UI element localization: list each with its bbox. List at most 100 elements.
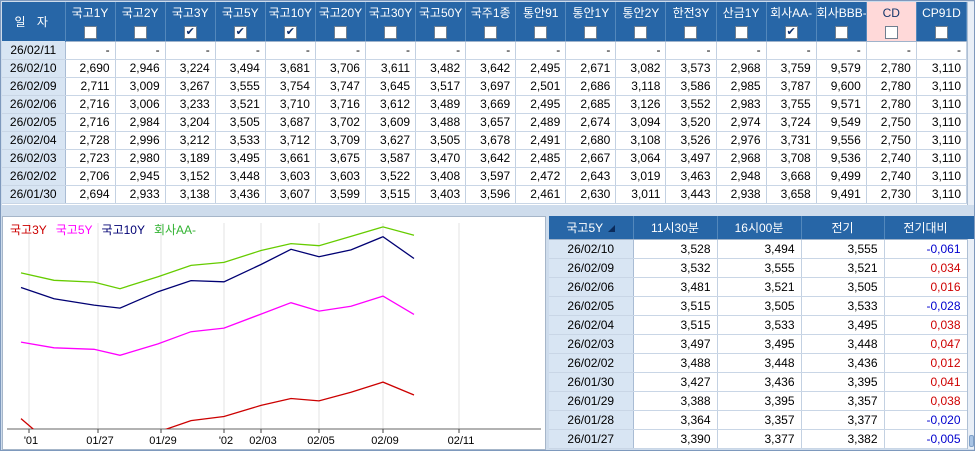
value-cell: 3,597	[465, 167, 517, 186]
table-row[interactable]: 26/02/04 3,515 3,533 3,495 0,038	[549, 315, 967, 335]
sort-icon	[608, 224, 616, 232]
table-row[interactable]: 26/02/09 3,532 3,555 3,521 0,034	[549, 258, 967, 278]
detail-scrollbar[interactable]	[967, 239, 974, 449]
column-header[interactable]: 산금1Y	[716, 2, 767, 23]
column-header[interactable]: 통안91	[515, 2, 567, 23]
detail-column-header[interactable]: 전기	[801, 216, 885, 240]
table-row[interactable]: 26/02/06 3,481 3,521 3,505 0,016	[549, 277, 967, 297]
value-cell: 3,110	[916, 131, 967, 150]
column-header[interactable]: 국고30Y	[365, 2, 417, 23]
table-row[interactable]: 26/02/10 3,528 3,494 3,555 -0,061	[549, 239, 967, 259]
table-row[interactable]: 26/01/30 3,427 3,436 3,395 0,041	[549, 372, 967, 392]
column-header[interactable]: 통안1Y	[565, 2, 617, 23]
value-cell: 3,138	[165, 185, 216, 204]
column-checkbox-checked[interactable]: ✔	[183, 25, 197, 39]
column-checkbox[interactable]	[534, 25, 548, 39]
column-checkbox[interactable]	[133, 25, 147, 39]
column-checkbox[interactable]	[484, 25, 498, 39]
detail-column-label: 16시00분	[734, 220, 784, 235]
detail-column-header[interactable]: 16시00분	[717, 216, 802, 240]
value-cell: -	[365, 41, 417, 60]
value-cell: 3,603	[265, 167, 316, 186]
value-cell: 3,657	[465, 113, 517, 132]
column-checkbox-checked[interactable]: ✔	[283, 25, 297, 39]
table-row[interactable]: 26/02/02 3,488 3,448 3,436 0,012	[549, 353, 967, 373]
column-checkbox[interactable]	[83, 25, 97, 39]
detail-column-header[interactable]: 국고5Y	[549, 216, 634, 240]
table-row[interactable]: 26/02/05 3,515 3,505 3,533 -0,028	[549, 296, 967, 316]
value-cell: 2,983	[716, 95, 767, 114]
table-row[interactable]: 26/02/03 2,723 2,980 3,189 3,495 3,661 3,675 3,…	[2, 149, 967, 168]
value-cell: 3,522	[365, 167, 417, 186]
table-row[interactable]: 26/01/30 2,694 2,933 3,138 3,436 3,607 3,599 3,…	[2, 185, 967, 204]
column-checkbox[interactable]	[584, 25, 598, 39]
column-header[interactable]: 회사BBB-	[816, 2, 867, 23]
column-header[interactable]: 국고20Y	[315, 2, 366, 23]
table-row[interactable]: 26/01/29 3,388 3,395 3,357 0,038	[549, 391, 967, 411]
column-header[interactable]: 한전3Y	[665, 2, 717, 23]
table-row[interactable]: 26/02/10 2,690 2,946 3,224 3,494 3,681 3,706 3,…	[2, 59, 967, 78]
detail-scrollbar-thumb[interactable]	[969, 435, 974, 447]
x-tick-label: 02/05	[307, 435, 335, 447]
value-cell: 3,668	[766, 167, 817, 186]
date-column-header: 일 자	[2, 2, 66, 41]
column-checkbox[interactable]	[734, 25, 748, 39]
value-cell: 3,515	[633, 315, 718, 335]
column-header[interactable]: 국고1Y	[65, 2, 116, 23]
table-row[interactable]: 26/02/04 2,728 2,996 3,212 3,533 3,712 3,709 3,…	[2, 131, 967, 150]
table-row[interactable]: 26/02/06 2,716 3,006 3,233 3,521 3,710 3,716 3,…	[2, 95, 967, 114]
chart-legend: 국고3Y 국고5Y 국고10Y 회사AA-	[10, 221, 205, 238]
detail-column-header[interactable]: 11시30분	[633, 216, 718, 240]
table-row[interactable]: 26/02/05 2,716 2,984 3,204 3,505 3,687 3,702 3,…	[2, 113, 967, 132]
table-row[interactable]: 26/02/09 2,711 3,009 3,267 3,555 3,754 3,747 3,…	[2, 77, 967, 96]
value-cell: 3,573	[665, 59, 717, 78]
value-cell: -	[816, 41, 867, 60]
column-header[interactable]: 국주1종	[465, 2, 517, 23]
column-checkbox[interactable]	[934, 25, 948, 39]
value-cell: -	[215, 41, 266, 60]
column-header[interactable]: 국고2Y	[115, 2, 166, 23]
value-cell: 2,780	[866, 59, 917, 78]
column-header[interactable]: CD	[866, 2, 917, 23]
value-cell: 3,364	[633, 410, 718, 430]
value-cell: 2,985	[716, 77, 767, 96]
value-cell: 3,708	[766, 149, 817, 168]
column-header[interactable]: 통안2Y	[615, 2, 667, 23]
column-checkbox[interactable]	[834, 25, 848, 39]
table-row[interactable]: 26/01/28 3,364 3,357 3,377 -0,020	[549, 410, 967, 430]
column-checkbox[interactable]	[384, 25, 397, 39]
value-cell: 3,094	[615, 113, 667, 132]
value-cell: 3,521	[801, 258, 885, 278]
column-header[interactable]: 국고5Y	[215, 2, 266, 23]
column-header[interactable]: 국고50Y	[415, 2, 467, 23]
value-cell: 2,716	[65, 95, 116, 114]
table-row[interactable]: 26/01/27 3,390 3,377 3,382 -0,005	[549, 429, 967, 449]
change-cell: 0,034	[884, 258, 967, 278]
table-row[interactable]: 26/02/02 2,706 2,945 3,152 3,448 3,603 3,603 3,…	[2, 167, 967, 186]
rates-scrollbar[interactable]	[967, 2, 974, 205]
column-header[interactable]: CP91D	[916, 2, 967, 23]
column-checkbox[interactable]	[434, 25, 448, 39]
value-cell: 2,685	[565, 95, 617, 114]
table-row[interactable]: 26/02/11- - - - - - - - - - - - - - - - - -	[2, 41, 967, 60]
value-cell: 3,110	[916, 167, 967, 186]
column-checkbox[interactable]	[884, 25, 898, 39]
checkbox-cell	[866, 23, 917, 42]
column-header[interactable]: 회사AA-	[766, 2, 817, 23]
column-checkbox[interactable]	[684, 25, 698, 39]
table-row[interactable]: 26/02/03 3,497 3,495 3,448 0,047	[549, 334, 967, 354]
detail-header-extension	[967, 216, 974, 239]
detail-column-header[interactable]: 전기대비	[884, 216, 967, 240]
value-cell: 3,603	[315, 167, 366, 186]
column-checkbox[interactable]	[333, 25, 347, 39]
value-cell: 3,267	[165, 77, 216, 96]
change-cell: 0,038	[884, 391, 967, 411]
column-checkbox-checked[interactable]: ✔	[233, 25, 247, 39]
x-tick-label: 01/29	[149, 435, 177, 447]
column-checkbox-checked[interactable]: ✔	[784, 25, 798, 39]
column-header[interactable]: 국고10Y	[265, 2, 316, 23]
value-cell: 3,724	[766, 113, 817, 132]
value-cell: 3,463	[665, 167, 717, 186]
column-checkbox[interactable]	[634, 25, 648, 39]
column-header[interactable]: 국고3Y	[165, 2, 216, 23]
